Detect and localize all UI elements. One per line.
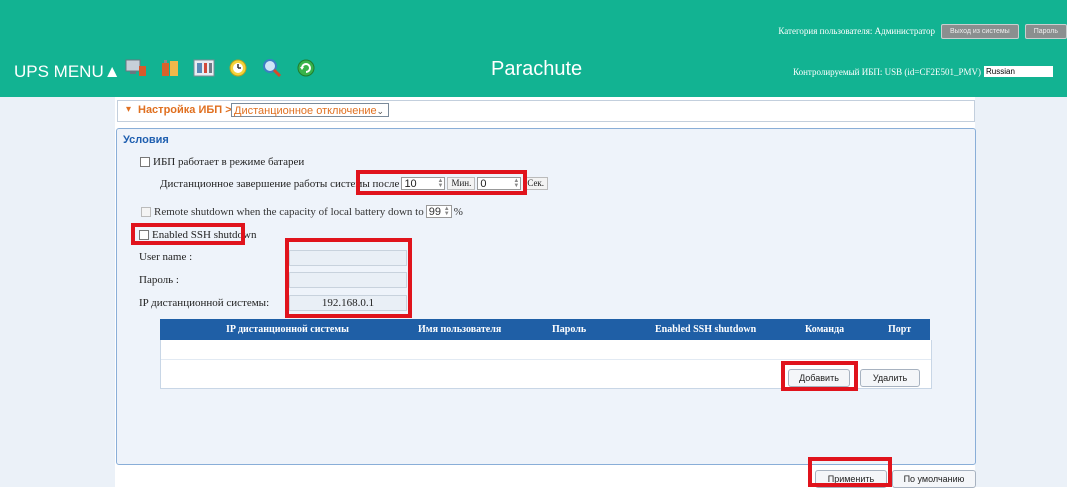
- delete-button[interactable]: Удалить: [860, 369, 920, 387]
- refresh-icon[interactable]: [294, 57, 318, 79]
- seconds-unit: Сек.: [523, 177, 549, 190]
- logout-button[interactable]: Выход из системы: [940, 23, 1019, 39]
- header-bar: Категория пользователя: Администратор Вы…: [0, 0, 1067, 97]
- column-header: Команда: [805, 324, 845, 335]
- column-header: Порт: [888, 324, 912, 335]
- user-bar: Категория пользователя: Администратор Вы…: [778, 23, 1067, 39]
- breadcrumb-section: Настройка ИБП >>: [138, 104, 239, 116]
- page-select[interactable]: Дистанционное отключение ⌄: [231, 103, 389, 117]
- chevron-down-icon: ⌄: [376, 106, 384, 116]
- capacity-checkbox[interactable]: [141, 206, 151, 217]
- ups-menu-toggle[interactable]: UPS MENU▲: [14, 62, 121, 82]
- username-label: User name :: [139, 251, 193, 263]
- spinner-icon[interactable]: ▲ ▼: [444, 206, 450, 217]
- on-battery-label: ИБП работает в режиме батареи: [153, 156, 305, 168]
- column-header: Пароль: [552, 324, 587, 335]
- toolbar-icons: [124, 57, 318, 79]
- default-button[interactable]: По умолчанию: [892, 470, 976, 488]
- table-divider: [161, 359, 931, 360]
- monitored-ups: Контролируемый ИБП: USB (id=CF2E501_PMV)…: [793, 66, 1053, 77]
- column-header: IP дистанционной системы: [226, 324, 349, 335]
- brand-title: Parachute: [491, 58, 583, 80]
- tools-icon[interactable]: [192, 57, 216, 79]
- user-category: Категория пользователя: Администратор: [778, 26, 935, 36]
- collapse-arrow-icon[interactable]: ▾: [126, 104, 131, 115]
- column-header: Имя пользователя: [418, 324, 502, 335]
- monitored-ups-label: Контролируемый ИБП: USB (id=CF2E501_PMV): [793, 66, 981, 77]
- highlight-box: [285, 238, 412, 318]
- password-label: Пароль :: [139, 274, 179, 286]
- on-battery-row: ИБП работает в режиме батареи: [140, 156, 304, 168]
- clock-icon[interactable]: [226, 57, 250, 79]
- on-battery-checkbox[interactable]: [140, 157, 150, 167]
- breadcrumb: ▾ Настройка ИБП >> Дистанционное отключе…: [117, 100, 975, 122]
- remote-ip-label: IP дистанционной системы:: [139, 297, 270, 309]
- column-header: Enabled SSH shutdown: [655, 324, 757, 335]
- capacity-input[interactable]: 99 ▲ ▼: [425, 205, 452, 218]
- highlight-box: [808, 457, 892, 487]
- language-select[interactable]: Russian: [984, 66, 1053, 77]
- password-button[interactable]: Пароль: [1024, 23, 1067, 39]
- highlight-box: [356, 170, 527, 195]
- page-select-value: Дистанционное отключение: [234, 105, 377, 117]
- highlight-box: [781, 361, 858, 391]
- battery-icon[interactable]: [158, 57, 182, 79]
- capacity-label: Remote shutdown when the capacity of loc…: [154, 205, 424, 218]
- panel-title: Условия: [123, 134, 169, 146]
- capacity-unit: %: [453, 205, 463, 218]
- capacity-row: Remote shutdown when the capacity of loc…: [141, 205, 463, 218]
- highlight-box: [131, 223, 245, 245]
- monitor-icon[interactable]: [124, 57, 148, 79]
- remote-systems-table-header: IP дистанционной системы Имя пользовател…: [160, 319, 930, 340]
- search-icon[interactable]: [260, 57, 284, 79]
